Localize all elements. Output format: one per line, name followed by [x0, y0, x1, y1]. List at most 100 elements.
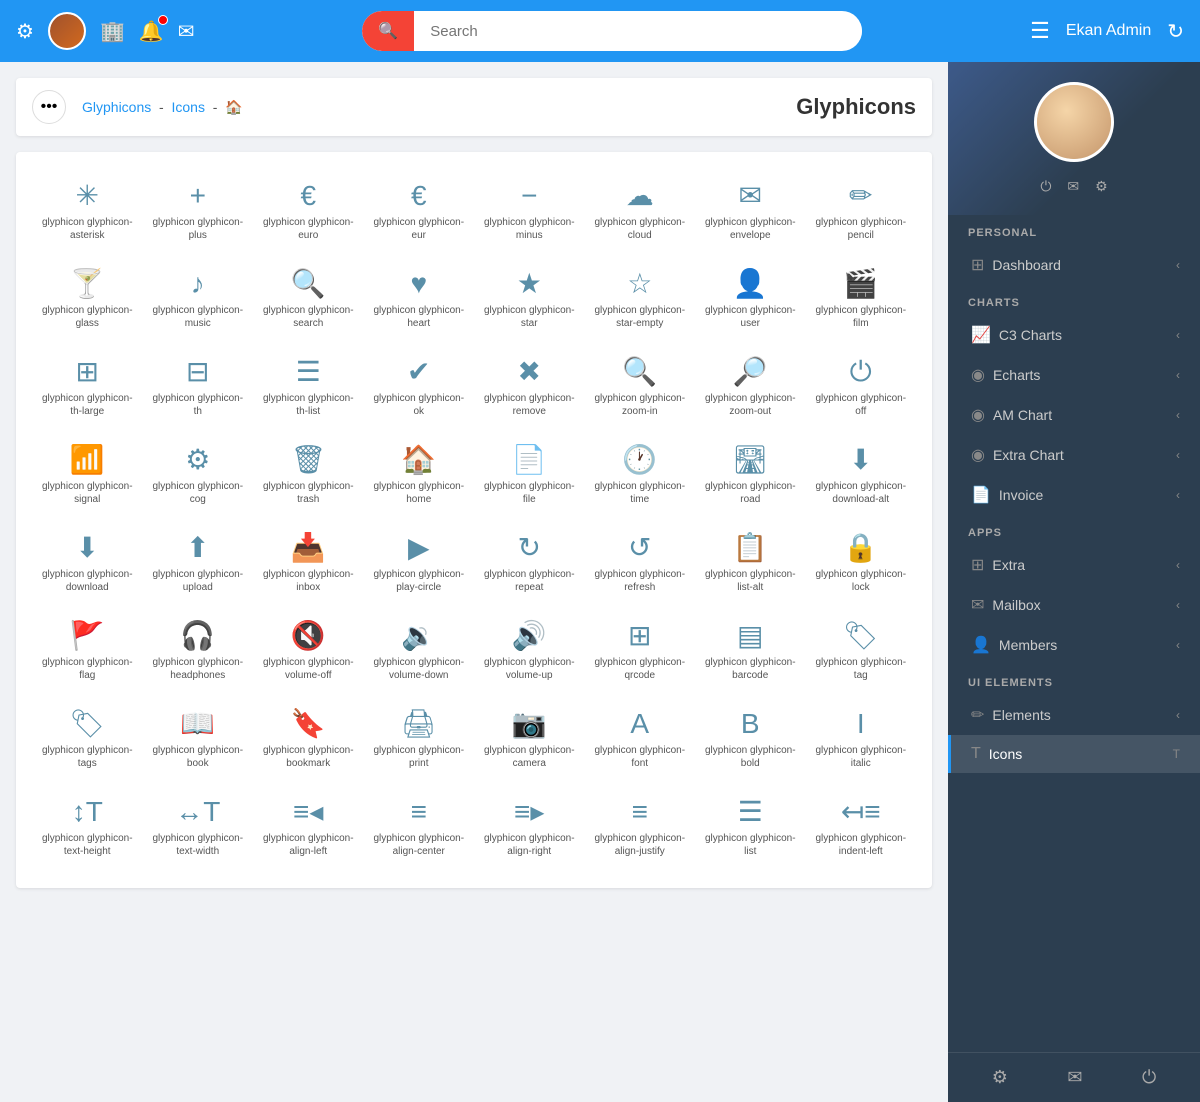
hamburger-icon[interactable]: ☰	[1030, 18, 1050, 44]
icon-cell[interactable]: +glyphicon glyphicon-plus	[147, 172, 250, 252]
search-input[interactable]	[414, 23, 862, 40]
icon-cell[interactable]: 🔉glyphicon glyphicon-volume-down	[368, 612, 471, 692]
bottom-mail-icon[interactable]: ✉	[1067, 1067, 1082, 1088]
icon-cell[interactable]: Bglyphicon glyphicon-bold	[699, 700, 802, 780]
refresh-icon[interactable]: ↻	[1167, 19, 1184, 44]
icon-cell[interactable]: ✏glyphicon glyphicon-pencil	[810, 172, 913, 252]
search-button[interactable]: 🔍	[362, 11, 414, 51]
power-icon[interactable]: ⏻	[1040, 178, 1051, 195]
icon-cell[interactable]: 🎬glyphicon glyphicon-film	[810, 260, 913, 340]
icon-cell[interactable]: ▶glyphicon glyphicon-play-circle	[368, 524, 471, 604]
sidebar-item-echarts[interactable]: ◉ Echarts ‹	[948, 355, 1200, 395]
icon-cell[interactable]: 🏷 glyphicon glyphicon-tags	[36, 700, 139, 780]
icon-cell[interactable]: −glyphicon glyphicon-minus	[478, 172, 581, 252]
settings-icon[interactable]: ⚙	[16, 19, 34, 44]
icon-cell[interactable]: 🍸glyphicon glyphicon-glass	[36, 260, 139, 340]
icon-symbol: 🎬	[843, 270, 878, 298]
icon-cell[interactable]: ↔Tglyphicon glyphicon-text-width	[147, 788, 250, 868]
avatar[interactable]	[48, 12, 86, 50]
icon-cell[interactable]: ☰glyphicon glyphicon-th-list	[257, 348, 360, 428]
breadcrumb-glyphicons[interactable]: Glyphicons	[82, 99, 151, 115]
icon-cell[interactable]: ✳glyphicon glyphicon-asterisk	[36, 172, 139, 252]
icon-cell[interactable]: 🛣glyphicon glyphicon-road	[699, 436, 802, 516]
icon-cell[interactable]: 🔍glyphicon glyphicon-search	[257, 260, 360, 340]
icon-cell[interactable]: ≡▸glyphicon glyphicon-align-right	[478, 788, 581, 868]
icon-cell[interactable]: 🔊glyphicon glyphicon-volume-up	[478, 612, 581, 692]
icon-cell[interactable]: Iglyphicon glyphicon-italic	[810, 700, 913, 780]
icon-cell[interactable]: ≡◂glyphicon glyphicon-align-left	[257, 788, 360, 868]
bottom-power-icon[interactable]: ⏻	[1142, 1067, 1156, 1088]
breadcrumb-home[interactable]: 🏠	[225, 99, 242, 115]
icon-cell[interactable]: 🔒glyphicon glyphicon-lock	[810, 524, 913, 604]
icon-cell[interactable]: 🔖glyphicon glyphicon-bookmark	[257, 700, 360, 780]
sidebar-item-icons[interactable]: T Icons T	[948, 735, 1200, 773]
icon-cell[interactable]: ↺glyphicon glyphicon-refresh	[589, 524, 692, 604]
icon-cell[interactable]: ⬇glyphicon glyphicon-download-alt	[810, 436, 913, 516]
sidebar-item-mailbox[interactable]: ✉ Mailbox ‹	[948, 585, 1200, 625]
sidebar-item-extra[interactable]: ⊞ Extra ‹	[948, 545, 1200, 585]
sidebar-item-amchart[interactable]: ◉ AM Chart ‹	[948, 395, 1200, 435]
icon-cell[interactable]: ⬇glyphicon glyphicon-download	[36, 524, 139, 604]
icon-cell[interactable]: 🏷glyphicon glyphicon-tag	[810, 612, 913, 692]
icon-cell[interactable]: ⊟glyphicon glyphicon-th	[147, 348, 250, 428]
sidebar-item-dashboard[interactable]: ⊞ Dashboard ‹	[948, 245, 1200, 285]
icon-cell[interactable]: ✔glyphicon glyphicon-ok	[368, 348, 471, 428]
icon-cell[interactable]: ≡glyphicon glyphicon-align-center	[368, 788, 471, 868]
icon-cell[interactable]: ☁glyphicon glyphicon-cloud	[589, 172, 692, 252]
sidebar-item-members[interactable]: 👤 Members ‹	[948, 625, 1200, 665]
bottom-gear-icon[interactable]: ⚙	[992, 1067, 1008, 1088]
icon-symbol: 🏷	[69, 710, 105, 738]
icon-cell[interactable]: 📖glyphicon glyphicon-book	[147, 700, 250, 780]
icon-cell[interactable]: 📥glyphicon glyphicon-inbox	[257, 524, 360, 604]
icon-cell[interactable]: 📄glyphicon glyphicon-file	[478, 436, 581, 516]
icon-cell[interactable]: €glyphicon glyphicon-eur	[368, 172, 471, 252]
icon-cell[interactable]: 📋glyphicon glyphicon-list-alt	[699, 524, 802, 604]
icon-cell[interactable]: 🎧glyphicon glyphicon-headphones	[147, 612, 250, 692]
icon-cell[interactable]: 🏠glyphicon glyphicon-home	[368, 436, 471, 516]
icon-label: glyphicon glyphicon-glass	[40, 304, 135, 330]
icon-cell[interactable]: ⏻glyphicon glyphicon-off	[810, 348, 913, 428]
icon-cell[interactable]: ▤glyphicon glyphicon-barcode	[699, 612, 802, 692]
icon-cell[interactable]: ⊞glyphicon glyphicon-qrcode	[589, 612, 692, 692]
icon-cell[interactable]: 🔇glyphicon glyphicon-volume-off	[257, 612, 360, 692]
notifications-wrapper: 🔔	[139, 19, 164, 44]
icon-cell[interactable]: ✉glyphicon glyphicon-envelope	[699, 172, 802, 252]
icon-cell[interactable]: ⬆glyphicon glyphicon-upload	[147, 524, 250, 604]
icon-cell[interactable]: €glyphicon glyphicon-euro	[257, 172, 360, 252]
icon-label: glyphicon glyphicon-tags	[40, 744, 135, 770]
icon-cell[interactable]: 🔎glyphicon glyphicon-zoom-out	[699, 348, 802, 428]
icon-cell[interactable]: 🗑glyphicon glyphicon-trash	[257, 436, 360, 516]
icon-cell[interactable]: ✖glyphicon glyphicon-remove	[478, 348, 581, 428]
icon-cell[interactable]: ♪glyphicon glyphicon-music	[147, 260, 250, 340]
icon-cell[interactable]: ☰glyphicon glyphicon-list	[699, 788, 802, 868]
icon-cell[interactable]: ⚙glyphicon glyphicon-cog	[147, 436, 250, 516]
icon-cell[interactable]: 🖨glyphicon glyphicon-print	[368, 700, 471, 780]
sidebar-item-invoice[interactable]: 📄 Invoice ‹	[948, 475, 1200, 515]
icon-cell[interactable]: ♥glyphicon glyphicon-heart	[368, 260, 471, 340]
icon-cell[interactable]: Aglyphicon glyphicon-font	[589, 700, 692, 780]
icon-cell[interactable]: 📷glyphicon glyphicon-camera	[478, 700, 581, 780]
icon-symbol: 🔒	[843, 534, 878, 562]
sidebar-item-elements[interactable]: ✏ Elements ‹	[948, 695, 1200, 735]
icon-cell[interactable]: ⊞glyphicon glyphicon-th-large	[36, 348, 139, 428]
icon-cell[interactable]: ↤≡glyphicon glyphicon-indent-left	[810, 788, 913, 868]
icon-cell[interactable]: ↕Tglyphicon glyphicon-text-height	[36, 788, 139, 868]
icon-cell[interactable]: ★glyphicon glyphicon-star	[478, 260, 581, 340]
sidebar-item-extrachart[interactable]: ◉ Extra Chart ‹	[948, 435, 1200, 475]
breadcrumb-icons[interactable]: Icons	[172, 99, 205, 115]
icon-cell[interactable]: 👤glyphicon glyphicon-user	[699, 260, 802, 340]
icon-cell[interactable]: 🕐glyphicon glyphicon-time	[589, 436, 692, 516]
icon-cell[interactable]: 🔍glyphicon glyphicon-zoom-in	[589, 348, 692, 428]
dots-button[interactable]: •••	[32, 90, 66, 124]
icon-cell[interactable]: ≡glyphicon glyphicon-align-justify	[589, 788, 692, 868]
sidebar-item-c3charts[interactable]: 📈 C3 Charts ‹	[948, 315, 1200, 355]
gear-icon[interactable]: ⚙	[1095, 178, 1108, 195]
icon-cell[interactable]: 🚩glyphicon glyphicon-flag	[36, 612, 139, 692]
icon-cell[interactable]: ↻glyphicon glyphicon-repeat	[478, 524, 581, 604]
email-icon[interactable]: ✉	[1067, 178, 1079, 195]
icon-label: glyphicon glyphicon-cog	[151, 480, 246, 506]
icon-cell[interactable]: ☆glyphicon glyphicon-star-empty	[589, 260, 692, 340]
mail-icon[interactable]: ✉	[178, 19, 195, 44]
icon-cell[interactable]: 📶glyphicon glyphicon-signal	[36, 436, 139, 516]
building-icon[interactable]: 🏢	[100, 19, 125, 44]
